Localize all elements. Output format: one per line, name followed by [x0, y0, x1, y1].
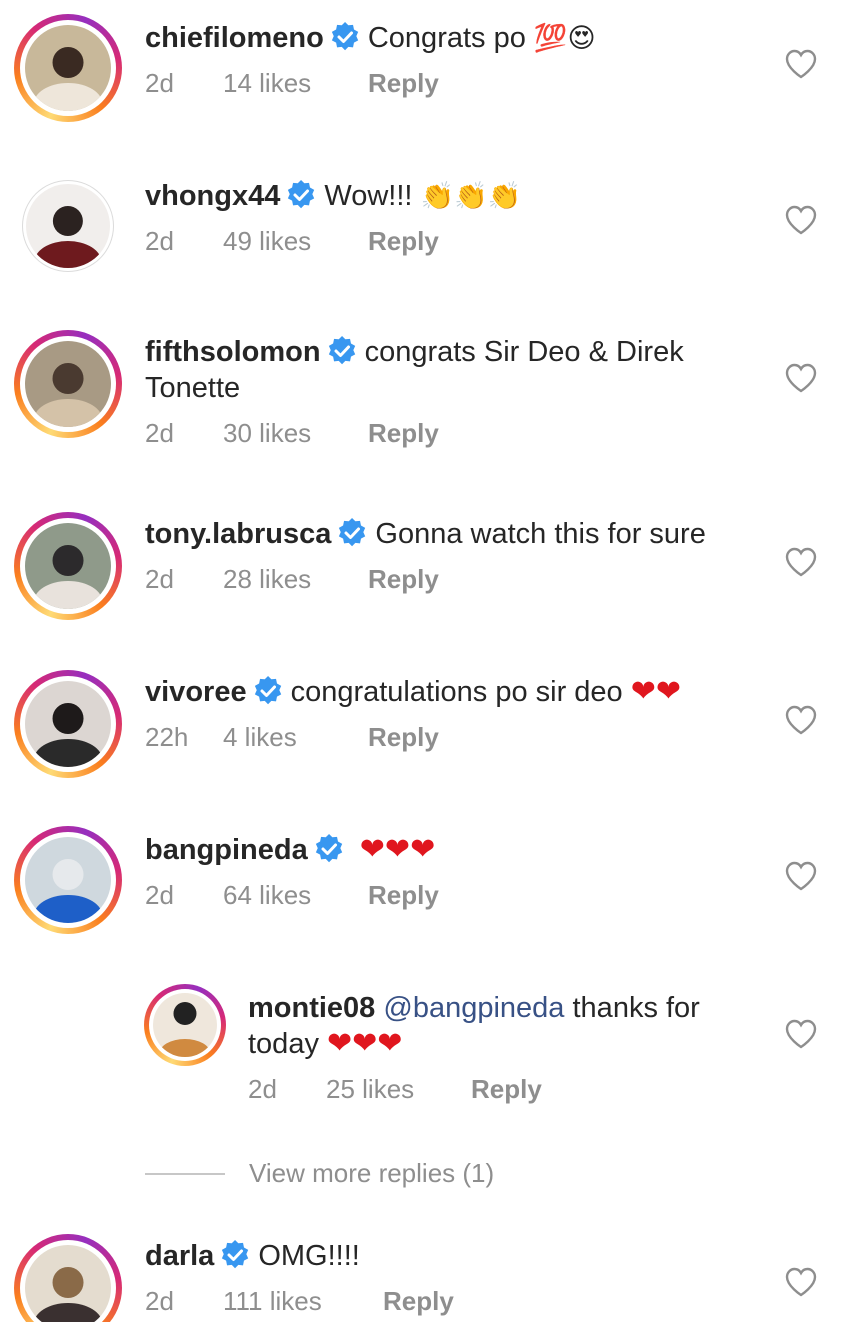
comment-emojis: ❤❤❤ [327, 1027, 403, 1060]
comment-time: 2d [145, 418, 174, 448]
comment-time: 2d [145, 1286, 174, 1316]
heart-outline-icon[interactable] [784, 48, 818, 80]
comment-text: vivoree congratulations po sir deo ❤❤ [145, 674, 745, 710]
heart-outline-icon[interactable] [784, 362, 818, 394]
username[interactable]: bangpineda [145, 834, 308, 866]
likes-count[interactable]: 111 likes [223, 1286, 383, 1317]
comment-time: 2d [248, 1074, 277, 1104]
username[interactable]: fifthsolomon [145, 336, 321, 368]
comment-body: Wow!!! [324, 180, 413, 212]
comment-text: vhongx44 Wow!!! 👏👏👏 [145, 178, 745, 214]
view-more-replies-button[interactable]: View more replies (1) [145, 1158, 494, 1189]
reply-button[interactable]: Reply [368, 226, 439, 257]
avatar[interactable] [14, 670, 122, 778]
avatar[interactable] [14, 512, 122, 620]
comment-text: montie08 @bangpineda thanks for [248, 990, 748, 1026]
comment-time: 2d [145, 68, 174, 98]
comment-text-continued: Tonette [145, 372, 241, 404]
username[interactable]: vivoree [145, 676, 247, 708]
reply-button[interactable]: Reply [471, 1074, 542, 1105]
avatar[interactable] [144, 984, 226, 1066]
likes-count[interactable]: 4 likes [223, 722, 368, 753]
reply-thread-line [145, 1172, 225, 1175]
comment-body: Gonna watch this for sure [375, 518, 706, 550]
verified-badge-icon [328, 336, 355, 365]
username[interactable]: montie08 [248, 992, 375, 1024]
comment-body: congrats Sir Deo & Direk [364, 336, 684, 368]
comment-text: bangpineda ❤❤❤ [145, 832, 745, 868]
comment-emojis: 👏👏👏 [420, 181, 522, 211]
verified-badge-icon [315, 834, 342, 863]
comment-text-continued: today ❤❤❤ [248, 1026, 748, 1062]
comment-body: OMG!!!! [258, 1240, 360, 1272]
comment-text: darla OMG!!!! [145, 1238, 745, 1274]
heart-outline-icon[interactable] [784, 204, 818, 236]
heart-outline-icon[interactable] [784, 860, 818, 892]
reply-button[interactable]: Reply [383, 1286, 454, 1317]
reply-button[interactable]: Reply [368, 68, 439, 99]
avatar[interactable] [22, 180, 114, 272]
likes-count[interactable]: 64 likes [223, 880, 368, 911]
comment-emojis: ❤❤ [630, 675, 682, 708]
heart-outline-icon[interactable] [784, 704, 818, 736]
comment-text: fifthsolomon congrats Sir Deo & Direk [145, 334, 745, 370]
comment-text: chiefilomeno Congrats po 💯😍 [145, 20, 745, 56]
reply-button[interactable]: Reply [368, 880, 439, 911]
likes-count[interactable]: 14 likes [223, 68, 368, 99]
likes-count[interactable]: 49 likes [223, 226, 368, 257]
likes-count[interactable]: 30 likes [223, 418, 368, 449]
verified-badge-icon [254, 676, 281, 705]
comments-feed: chiefilomeno Congrats po 💯😍 2d 14 likes R… [0, 0, 848, 1322]
verified-badge-icon [288, 180, 315, 209]
avatar[interactable] [14, 330, 122, 438]
heart-outline-icon[interactable] [784, 1266, 818, 1298]
verified-badge-icon [339, 518, 366, 547]
username[interactable]: chiefilomeno [145, 22, 324, 54]
username[interactable]: vhongx44 [145, 180, 280, 212]
comment-time: 2d [145, 226, 174, 256]
comment-text: tony.labrusca Gonna watch this for sure [145, 516, 745, 552]
reply-button[interactable]: Reply [368, 564, 439, 595]
reply-button[interactable]: Reply [368, 418, 439, 449]
view-more-replies-label: View more replies (1) [249, 1158, 495, 1188]
avatar[interactable] [14, 826, 122, 934]
comment-time: 22h [145, 722, 189, 752]
comment-time: 2d [145, 564, 174, 594]
heart-outline-icon[interactable] [784, 546, 818, 578]
comment-body: Congrats po [367, 22, 526, 54]
heart-outline-icon[interactable] [784, 1018, 818, 1050]
comment-time: 2d [145, 880, 174, 910]
likes-count[interactable]: 28 likes [223, 564, 368, 595]
avatar[interactable] [14, 1234, 122, 1322]
comment-body: thanks for [572, 992, 700, 1024]
reply-button[interactable]: Reply [368, 722, 439, 753]
likes-count[interactable]: 25 likes [326, 1074, 471, 1105]
comment-emojis: ❤❤❤ [359, 833, 436, 866]
username[interactable]: tony.labrusca [145, 518, 331, 550]
verified-badge-icon [331, 22, 359, 51]
comment-emojis: 💯😍 [533, 23, 596, 53]
avatar[interactable] [14, 14, 122, 122]
verified-badge-icon [222, 1240, 249, 1269]
comment-body: congratulations po sir deo [290, 676, 623, 708]
comment-body-continued: today [248, 1028, 319, 1060]
username[interactable]: darla [145, 1240, 214, 1272]
mention-link[interactable]: @bangpineda [383, 992, 564, 1024]
